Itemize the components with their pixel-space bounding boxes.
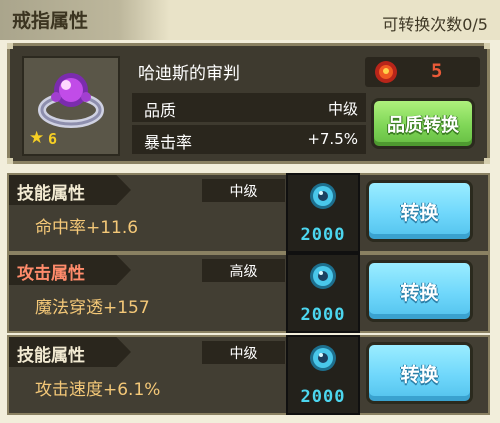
convert-button[interactable]: 转换 bbox=[366, 260, 473, 322]
attribute-type: 技能属性 bbox=[17, 184, 85, 204]
cost-box: 2000 bbox=[286, 253, 360, 333]
stat-row-crit: 暴击率 +7.5% bbox=[132, 125, 366, 154]
cost-amount: 2000 bbox=[300, 387, 346, 407]
star-icon: ★ bbox=[29, 128, 45, 148]
item-name: 哈迪斯的审判 bbox=[138, 64, 240, 84]
panel-header: 戒指属性 可转换次数0/5 bbox=[0, 0, 500, 40]
attribute-type: 攻击属性 bbox=[17, 264, 85, 284]
reroll-count: 可转换次数0/5 bbox=[382, 15, 488, 34]
cost-amount: 2000 bbox=[300, 225, 346, 245]
item-panel: ★ 6 哈迪斯的审判 5 品质 中级 暴击率 +7.5% 品质转换 bbox=[7, 43, 490, 164]
star-level: 6 bbox=[48, 130, 58, 148]
attribute-value: 命中率+11.6 bbox=[35, 218, 139, 238]
convert-button[interactable]: 转换 bbox=[366, 180, 473, 242]
attribute-grade: 高级 bbox=[202, 259, 285, 282]
attribute-grade: 中级 bbox=[202, 179, 285, 202]
stat-value: 中级 bbox=[327, 100, 358, 118]
attribute-row-1: 技能属性 中级 命中率+11.6 2000 转换 bbox=[7, 173, 490, 253]
attribute-grade: 中级 bbox=[202, 341, 285, 364]
item-badge: 5 bbox=[365, 57, 480, 87]
convert-button[interactable]: 转换 bbox=[366, 342, 473, 404]
attribute-row-3: 技能属性 中级 攻击速度+6.1% 2000 转换 bbox=[7, 335, 490, 415]
ring-icon bbox=[38, 73, 104, 128]
stat-row-quality: 品质 中级 bbox=[132, 93, 366, 122]
attribute-row-2: 攻击属性 高级 魔法穿透+157 2000 转换 bbox=[7, 253, 490, 333]
stat-label: 暴击率 bbox=[144, 133, 193, 152]
badge-value: 5 bbox=[431, 60, 443, 82]
attribute-value: 魔法穿透+157 bbox=[35, 298, 150, 318]
cost-box: 2000 bbox=[286, 335, 360, 415]
fire-orb-icon bbox=[375, 61, 397, 83]
blue-gem-icon bbox=[310, 345, 336, 371]
stat-value: +7.5% bbox=[307, 130, 358, 148]
page-title: 戒指属性 bbox=[12, 10, 89, 32]
stat-label: 品质 bbox=[144, 101, 177, 120]
cost-box: 2000 bbox=[286, 173, 360, 253]
cost-amount: 2000 bbox=[300, 305, 346, 325]
attribute-value: 攻击速度+6.1% bbox=[35, 380, 161, 400]
convert-quality-button[interactable]: 品质转换 bbox=[371, 98, 475, 149]
blue-gem-icon bbox=[310, 263, 336, 289]
blue-gem-icon bbox=[310, 183, 336, 209]
attribute-type: 技能属性 bbox=[17, 346, 85, 366]
item-slot[interactable]: ★ 6 bbox=[22, 56, 120, 156]
